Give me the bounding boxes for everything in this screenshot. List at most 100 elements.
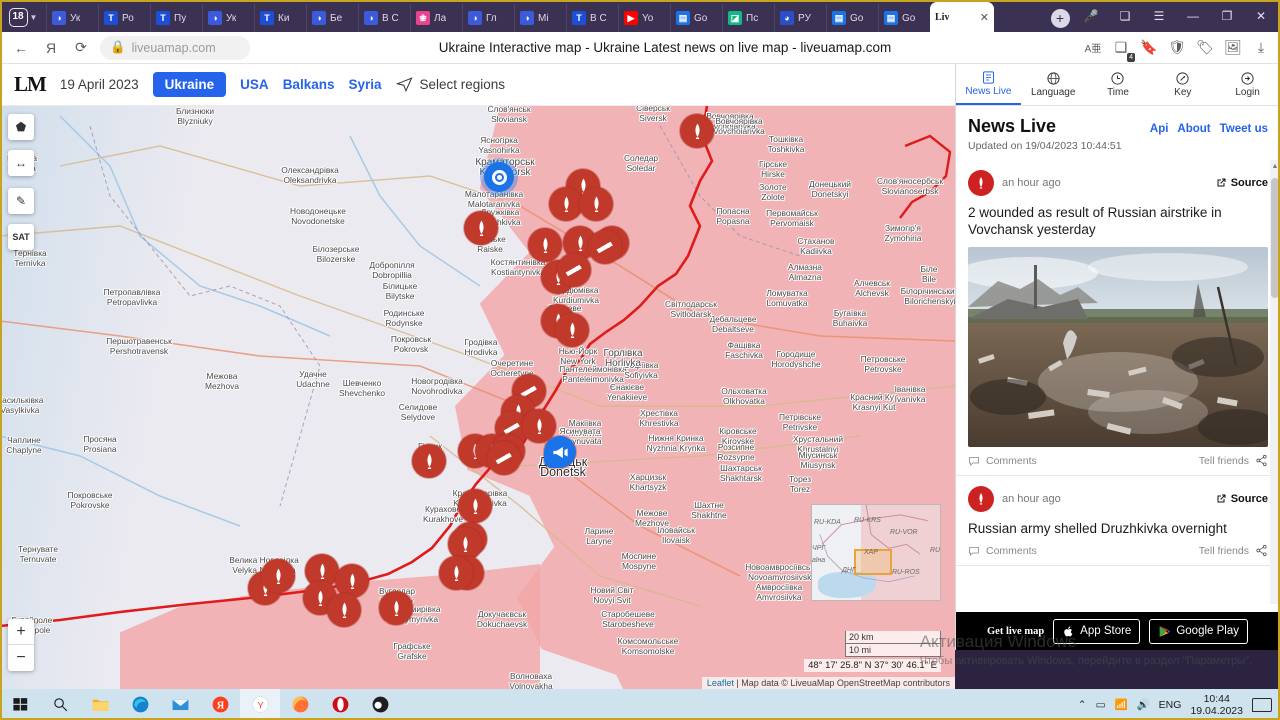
comments-button[interactable]: Comments <box>968 455 1037 467</box>
battery-icon[interactable]: ▭ <box>1096 699 1106 711</box>
news-source-link[interactable]: Source <box>1215 493 1268 505</box>
browser-tab[interactable]: ◑ В С <box>358 4 410 32</box>
tweet-us-link[interactable]: Tweet us <box>1220 123 1268 135</box>
browser-tab[interactable]: ◕ PУ <box>774 4 826 32</box>
hide-labels-button[interactable]: ✎ <box>8 188 34 214</box>
browser-tab[interactable]: T Ки <box>254 4 306 32</box>
collections-icon[interactable]: ❏ 4 <box>1108 35 1135 62</box>
panel-tab-news-live[interactable]: News Live <box>956 64 1021 105</box>
api-link[interactable]: Api <box>1150 123 1169 135</box>
browser-tab[interactable]: ◑ Бе <box>306 4 358 32</box>
coupons-icon[interactable]: 🏷 <box>1192 35 1218 61</box>
combat-marker[interactable] <box>588 230 622 264</box>
minimize-button[interactable]: — <box>1176 1 1210 31</box>
combat-marker[interactable] <box>557 253 591 287</box>
browser-tab[interactable]: ▤ Gо <box>878 4 930 32</box>
select-regions-button[interactable]: Select regions <box>395 76 505 93</box>
file-explorer-icon[interactable] <box>80 689 120 720</box>
opera-icon[interactable] <box>320 689 360 720</box>
region-tab-ukraine[interactable]: Ukraine <box>152 72 227 97</box>
panel-tab-bar[interactable]: News Live Language Time Key Login <box>956 64 1280 106</box>
active-browser-tab[interactable]: Liv ✕ <box>930 2 994 32</box>
airstrike-marker[interactable] <box>439 556 473 590</box>
new-tab-plus-icon[interactable]: + <box>1050 8 1070 28</box>
google-play-button[interactable]: Google Play <box>1149 618 1248 644</box>
language-indicator[interactable]: ENG <box>1159 699 1182 711</box>
panel-tab-key[interactable]: Key <box>1150 64 1215 105</box>
statement-marker[interactable] <box>544 436 576 468</box>
panel-tab-login[interactable]: Login <box>1215 64 1280 105</box>
airstrike-marker[interactable] <box>549 187 583 221</box>
browser-tab[interactable]: ◑ Гл <box>462 4 514 32</box>
airstrike-marker[interactable] <box>412 444 446 478</box>
tab-count-badge[interactable]: 18 <box>8 7 28 27</box>
share-button[interactable]: Tell friends <box>1199 544 1268 557</box>
draw-polygon-button[interactable]: ⬟ <box>8 114 34 140</box>
browser-tab[interactable]: TВ С <box>566 4 618 32</box>
address-bar[interactable]: 🔒 liveuamap.com <box>100 35 250 60</box>
search-icon[interactable] <box>40 689 80 720</box>
tray-expand-icon[interactable]: ⌃ <box>1078 699 1087 711</box>
notifications-icon[interactable] <box>1252 697 1272 712</box>
downloads-icon[interactable]: ⤓ <box>1248 35 1274 61</box>
yandex-browser-icon[interactable]: Y <box>240 689 280 720</box>
close-window-button[interactable]: ✕ <box>1244 1 1278 31</box>
airstrike-marker[interactable] <box>579 187 613 221</box>
yandex-icon[interactable]: Я <box>200 689 240 720</box>
volume-icon[interactable]: 🔊 <box>1137 698 1150 711</box>
news-source-link[interactable]: Source <box>1215 177 1268 189</box>
airstrike-marker[interactable] <box>555 313 589 347</box>
edge-icon[interactable] <box>120 689 160 720</box>
liveuamap-logo[interactable]: LM <box>14 72 47 97</box>
news-item[interactable]: an hour ago Source 2 wounded as result of … <box>956 160 1280 476</box>
chevron-down-icon[interactable]: ▼ <box>30 13 38 22</box>
mail-icon[interactable] <box>160 689 200 720</box>
airstrike-marker[interactable] <box>261 559 295 593</box>
combat-marker[interactable] <box>487 441 521 475</box>
news-headline[interactable]: 2 wounded as result of Russian airstrike… <box>968 204 1268 238</box>
tab-list[interactable]: ◑ Ук T Ро T Пу ◑ Ук T Ки ◑ Бе ◑ В С ❀ Ла ◑ Гл ◑ Мі T В С ▶ Yo ▤ G… <box>46 0 1040 32</box>
shield-icon[interactable]: 🛡 <box>1164 35 1190 61</box>
selected-location-marker[interactable] <box>484 162 514 192</box>
comments-button[interactable]: Comments <box>968 545 1037 557</box>
browser-tab[interactable]: ◑ Ук <box>46 4 98 32</box>
back-button[interactable]: ← <box>6 35 36 61</box>
zoom-in-button[interactable]: + <box>8 619 34 645</box>
browser-tab[interactable]: ◑ Ук <box>202 4 254 32</box>
feed-scrollbar[interactable]: ▲ <box>1270 160 1280 604</box>
reload-button[interactable]: ⟳ <box>66 35 96 61</box>
browser-tab[interactable]: ❀ Ла <box>410 4 462 32</box>
close-tab-icon[interactable]: ✕ <box>980 11 989 24</box>
panel-tab-language[interactable]: Language <box>1021 64 1086 105</box>
voice-icon[interactable]: 🎤 <box>1074 1 1108 31</box>
map-zoom-controls[interactable]: + − <box>8 619 34 671</box>
clock[interactable]: 10:44 19.04.2023 <box>1190 693 1243 717</box>
region-tab-syria[interactable]: Syria <box>348 77 381 92</box>
browser-tab[interactable]: ◑ Мі <box>514 4 566 32</box>
obs-icon[interactable] <box>360 689 400 720</box>
leaflet-link[interactable]: Leaflet <box>707 678 734 688</box>
region-tab-balkans[interactable]: Balkans <box>283 77 335 92</box>
news-feed[interactable]: an hour ago Source 2 wounded as result of … <box>956 160 1280 604</box>
news-headline[interactable]: Russian army shelled Druzhkivka overnigh… <box>968 520 1268 537</box>
news-photo[interactable] <box>968 247 1268 447</box>
wifi-icon[interactable]: 📶 <box>1115 698 1128 711</box>
region-tab-usa[interactable]: USA <box>240 77 269 92</box>
airstrike-marker[interactable] <box>379 591 413 625</box>
satellite-layer-button[interactable]: SAT <box>8 224 34 250</box>
browser-tab[interactable]: ▶ Yo <box>618 4 670 32</box>
airstrike-marker[interactable] <box>458 489 492 523</box>
start-button[interactable] <box>0 689 40 720</box>
image-saved-icon[interactable]: 🖼 <box>1220 35 1246 61</box>
favorites-icon[interactable]: 🔖 <box>1136 35 1162 61</box>
scroll-up-arrow[interactable]: ▲ <box>1271 163 1279 170</box>
feed-scroll-thumb[interactable] <box>1271 178 1279 298</box>
browser-tab[interactable]: T Ро <box>98 4 150 32</box>
maximize-button[interactable]: ❐ <box>1210 1 1244 31</box>
forward-button[interactable]: Я <box>36 35 66 61</box>
browser-tab[interactable]: ▤ Gо <box>670 4 722 32</box>
app-store-button[interactable]: App Store <box>1053 618 1141 644</box>
overview-minimap[interactable]: RU-KRS RU-VOR RU XAP ДНГ RU-ROS RU-KDA Ч… <box>811 504 941 601</box>
airstrike-marker[interactable] <box>327 593 361 627</box>
share-button[interactable]: Tell friends <box>1199 454 1268 467</box>
